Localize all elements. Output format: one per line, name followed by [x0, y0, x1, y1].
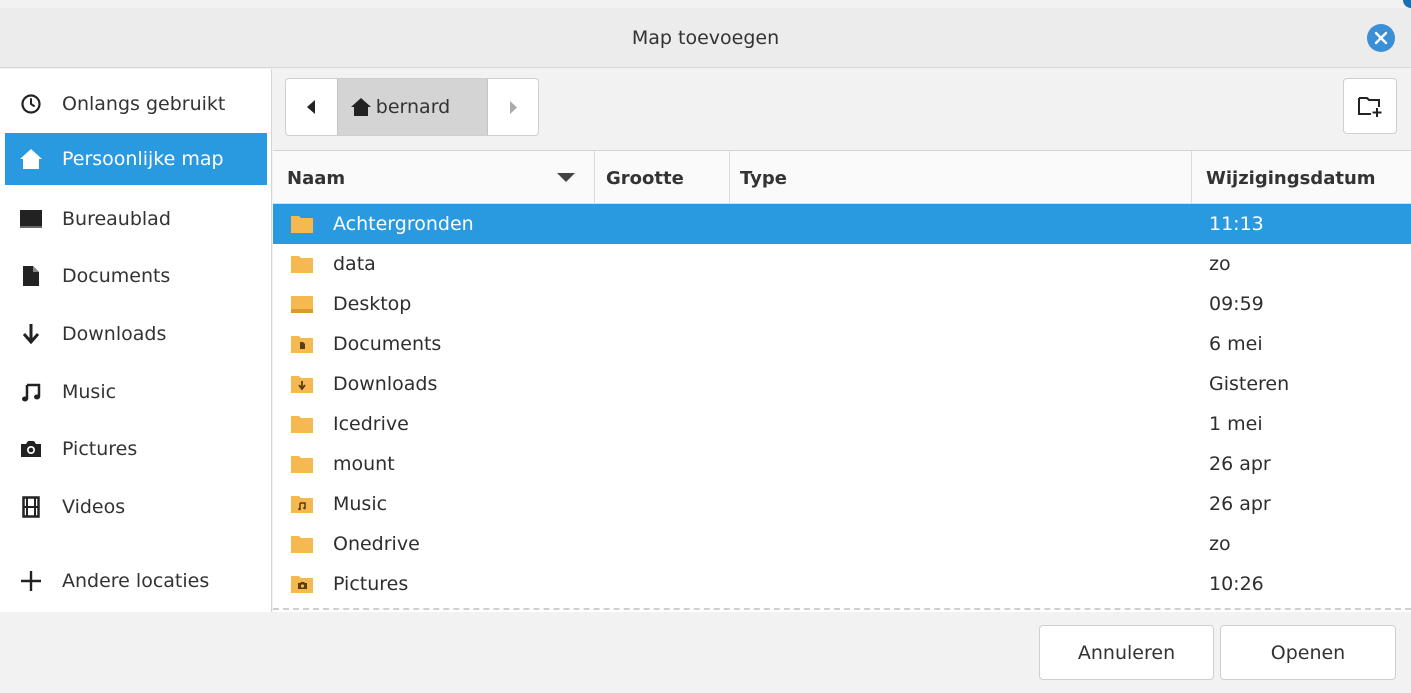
- chevron-right-icon: [509, 100, 517, 114]
- file-chooser-dialog: Map toevoegen Onlangs gebruikt Persoonli…: [0, 0, 1411, 693]
- cancel-button[interactable]: Annuleren: [1039, 625, 1214, 680]
- sidebar-item-home[interactable]: Persoonlijke map: [5, 133, 267, 185]
- path-toolbar: bernard: [273, 69, 1411, 150]
- sidebar-item-label: Videos: [62, 496, 126, 518]
- file-date: 26 apr: [1209, 453, 1271, 475]
- chevron-left-icon: [307, 100, 316, 114]
- file-date: Gisteren: [1209, 373, 1290, 395]
- column-header-row: Naam Grootte Type Wijzigingsdatum: [273, 151, 1411, 204]
- sidebar-item-label: Documents: [62, 265, 171, 287]
- film-icon: [19, 495, 43, 519]
- file-name: Achtergronden: [333, 213, 474, 235]
- sidebar-item-pictures[interactable]: Pictures: [5, 423, 267, 475]
- column-header-type[interactable]: Type: [730, 151, 1192, 204]
- path-segment-label: bernard: [375, 96, 451, 118]
- window-corner-accent: [1403, 0, 1411, 8]
- path-forward-button[interactable]: [488, 79, 538, 135]
- file-date: 26 apr: [1209, 493, 1271, 515]
- file-name: Onedrive: [333, 533, 420, 555]
- open-button[interactable]: Openen: [1220, 625, 1396, 680]
- folder-icon: [290, 453, 314, 480]
- sidebar-item-label: Andere locaties: [62, 570, 210, 592]
- file-name: Icedrive: [333, 413, 409, 435]
- file-row[interactable]: Documents 6 mei: [273, 324, 1411, 364]
- folder-icon: [290, 213, 314, 240]
- file-date: zo: [1209, 533, 1231, 555]
- file-row[interactable]: Desktop 09:59: [273, 284, 1411, 324]
- sidebar-item-label: Persoonlijke map: [62, 148, 224, 170]
- column-header-size[interactable]: Grootte: [595, 151, 730, 204]
- file-date: zo: [1209, 253, 1231, 275]
- downloads-folder-icon: [290, 373, 314, 400]
- file-name: mount: [333, 453, 395, 475]
- titlebar: Map toevoegen: [0, 8, 1411, 68]
- documents-folder-icon: [290, 333, 314, 360]
- sort-descending-icon: [557, 173, 575, 182]
- list-end-divider: [273, 608, 1411, 610]
- file-row[interactable]: Music 26 apr: [273, 484, 1411, 524]
- download-icon: [19, 322, 43, 346]
- camera-icon: [19, 437, 43, 461]
- file-list: Naam Grootte Type Wijzigingsdatum Achter…: [273, 150, 1411, 612]
- close-button[interactable]: [1367, 24, 1395, 52]
- file-row[interactable]: mount 26 apr: [273, 444, 1411, 484]
- file-name: Music: [333, 493, 388, 515]
- file-row[interactable]: Achtergronden 11:13: [273, 204, 1411, 244]
- folder-icon: [290, 533, 314, 560]
- places-sidebar: Onlangs gebruikt Persoonlijke map Bureau…: [0, 69, 272, 612]
- file-row[interactable]: Pictures 10:26: [273, 564, 1411, 604]
- file-row[interactable]: Onedrive zo: [273, 524, 1411, 564]
- sidebar-item-documents[interactable]: Documents: [5, 250, 267, 302]
- music-folder-icon: [290, 493, 314, 520]
- sidebar-item-other-locations[interactable]: Andere locaties: [5, 555, 267, 607]
- sidebar-item-label: Onlangs gebruikt: [62, 93, 226, 115]
- sidebar-item-label: Downloads: [62, 323, 167, 345]
- path-home-button[interactable]: bernard: [336, 79, 489, 135]
- desktop-icon: [19, 207, 43, 231]
- column-header-modified[interactable]: Wijzigingsdatum: [1192, 151, 1411, 204]
- file-name: Desktop: [333, 293, 412, 315]
- folder-icon: [290, 253, 314, 280]
- music-icon: [19, 380, 43, 404]
- file-date: 11:13: [1209, 213, 1264, 235]
- path-back-button[interactable]: [286, 79, 337, 135]
- new-folder-icon: [1358, 97, 1382, 117]
- column-header-name[interactable]: Naam: [273, 151, 595, 204]
- dialog-footer: Annuleren Openen: [0, 612, 1411, 693]
- file-name: data: [333, 253, 376, 275]
- file-date: 1 mei: [1209, 413, 1263, 435]
- file-row[interactable]: Icedrive 1 mei: [273, 404, 1411, 444]
- new-folder-button[interactable]: [1343, 78, 1397, 134]
- pictures-folder-icon: [290, 573, 314, 600]
- file-name: Downloads: [333, 373, 438, 395]
- sidebar-item-desktop[interactable]: Bureaublad: [5, 193, 267, 245]
- sidebar-item-videos[interactable]: Videos: [5, 481, 267, 533]
- plus-icon: [19, 569, 43, 593]
- file-date: 6 mei: [1209, 333, 1263, 355]
- file-name: Documents: [333, 333, 442, 355]
- dialog-title: Map toevoegen: [631, 27, 780, 49]
- home-icon: [350, 98, 371, 116]
- document-icon: [19, 264, 43, 288]
- file-date: 10:26: [1209, 573, 1264, 595]
- sidebar-item-label: Bureaublad: [62, 208, 171, 230]
- folder-icon: [290, 413, 314, 440]
- sidebar-item-downloads[interactable]: Downloads: [5, 308, 267, 360]
- sidebar-item-label: Pictures: [62, 438, 138, 460]
- close-icon: [1374, 31, 1388, 45]
- file-rows: Achtergronden 11:13 data zo Desktop 09:5…: [273, 204, 1411, 604]
- file-date: 09:59: [1209, 293, 1264, 315]
- sidebar-item-label: Music: [62, 381, 117, 403]
- home-icon: [19, 147, 43, 171]
- clock-icon: [19, 92, 43, 116]
- sidebar-item-music[interactable]: Music: [5, 366, 267, 418]
- file-name: Pictures: [333, 573, 409, 595]
- file-row[interactable]: data zo: [273, 244, 1411, 284]
- path-bar: bernard: [285, 78, 539, 136]
- file-row[interactable]: Downloads Gisteren: [273, 364, 1411, 404]
- desktop-folder-icon: [290, 293, 314, 320]
- sidebar-item-recent[interactable]: Onlangs gebruikt: [5, 78, 267, 130]
